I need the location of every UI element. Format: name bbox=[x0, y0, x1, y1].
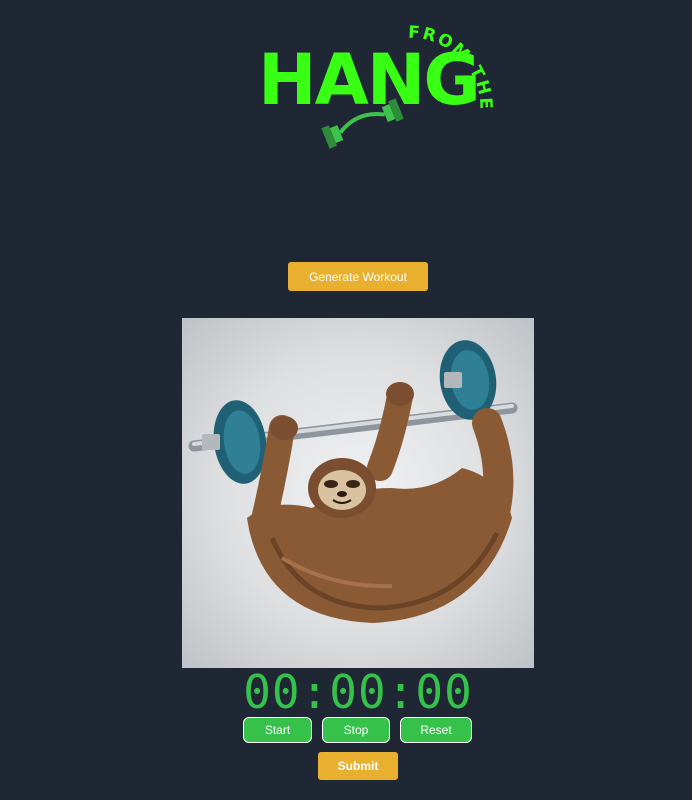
stop-button[interactable]: Stop bbox=[322, 717, 390, 743]
submit-button[interactable]: Submit bbox=[318, 752, 398, 780]
logo-graphic: HANG FROM THE BAR bbox=[248, 12, 494, 149]
app-logo: HANG FROM THE BAR bbox=[248, 12, 518, 172]
workout-timer: 00:00:00 bbox=[243, 665, 473, 719]
sloth-barbell-illustration bbox=[188, 340, 518, 623]
generate-workout-button[interactable]: Generate Workout bbox=[288, 262, 428, 291]
reset-button[interactable]: Reset bbox=[400, 717, 472, 743]
workout-image bbox=[182, 318, 534, 668]
start-button[interactable]: Start bbox=[243, 717, 312, 743]
